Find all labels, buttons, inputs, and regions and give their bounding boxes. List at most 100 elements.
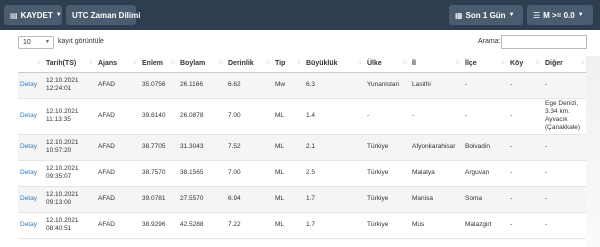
cell-mag: 6.3 <box>304 72 365 99</box>
cell-lat: 38.9296 <box>140 212 178 239</box>
list-icon: ☰ <box>533 10 541 20</box>
cell-country: Türkiye <box>365 212 410 239</box>
cell-country: Türkiye <box>365 134 410 161</box>
table-row: Detay 12.10.2021 12:24:01 AFAD 35.0756 26.116… <box>18 72 600 99</box>
column-header[interactable]: Büyüklük ↑↓ <box>304 56 365 73</box>
cell-datetime: 12.10.2021 12:24:01 <box>44 72 96 99</box>
sort-icon: ↑↓ <box>170 60 175 66</box>
detail-link[interactable]: Detay <box>18 212 44 239</box>
cell-agency: AFAD <box>96 98 140 135</box>
cell-other: Ege Denizi, 3.34 km. Ayvacık (Çanakkale) <box>543 98 588 135</box>
cell-mag: 2.5 <box>304 160 365 187</box>
cell-datetime: 12.10.2021 09:35:07 <box>44 160 96 187</box>
detail-link[interactable]: Detay <box>18 72 44 99</box>
page-length-label: kayıt görüntüle <box>58 38 104 45</box>
cell-country: - <box>365 98 410 135</box>
calendar-icon: ▦ <box>455 10 463 20</box>
cell-mag: 2.1 <box>304 134 365 161</box>
detail-link[interactable]: Detay <box>18 98 44 135</box>
sort-icon: ↑↓ <box>580 60 585 66</box>
sort-icon: ↑↓ <box>357 60 362 66</box>
cell-type: Mw <box>273 72 304 99</box>
sort-icon: ↑↓ <box>132 60 137 66</box>
cell-datetime: 12.10.2021 11:13:35 <box>44 98 96 135</box>
search-label: Arama: <box>478 38 501 45</box>
table-row: Detay 12.10.2021 08:40:51 AFAD 38.9296 42.528… <box>18 212 600 239</box>
cell-depth: 6.62 <box>226 72 273 99</box>
cell-type: ML <box>273 186 304 213</box>
detail-link[interactable]: Detay <box>18 160 44 187</box>
cell-country: Türkiye <box>365 160 410 187</box>
cell-agency: AFAD <box>96 160 140 187</box>
cell-lat: 38.7570 <box>140 160 178 187</box>
detail-link[interactable]: Detay <box>18 134 44 161</box>
time-range-dropdown[interactable]: ▦ Son 1 Gün ▼ <box>449 5 523 25</box>
column-header[interactable]: ↑↓ <box>18 56 44 73</box>
search-input[interactable] <box>501 35 587 49</box>
cell-district: - <box>463 72 508 99</box>
table-row: Detay 12.10.2021 09:35:07 AFAD 38.7570 38.156… <box>18 160 600 187</box>
cell-lon: 38.1565 <box>178 160 226 187</box>
cell-province: Manisa <box>410 186 463 213</box>
caret-down-icon: ▼ <box>577 12 584 18</box>
utc-button-label: UTC Zaman Dilimi <box>72 10 141 20</box>
column-header[interactable]: İlçe ↑↓ <box>463 56 508 73</box>
save-dropdown-button[interactable]: ▤ KAYDET ▼ <box>4 5 62 25</box>
column-header[interactable]: İl ↑↓ <box>410 56 463 73</box>
cell-datetime: 12.10.2021 08:40:51 <box>44 212 96 239</box>
cell-type: ML <box>273 212 304 239</box>
cell-lon: 26.0878 <box>178 98 226 135</box>
column-header[interactable]: Diğer ↑↓ <box>543 56 588 73</box>
cell-village: - <box>508 212 543 239</box>
magnitude-filter-label: M >= 0.0 <box>543 10 575 20</box>
cell-lat: 35.0756 <box>140 72 178 99</box>
cell-country: Türkiye <box>365 186 410 213</box>
detail-link[interactable]: Detay <box>18 186 44 213</box>
sort-icon: ↑↓ <box>218 60 223 66</box>
cell-lat: 39.0781 <box>140 186 178 213</box>
column-header[interactable]: Ajans ↑↓ <box>96 56 140 73</box>
cell-depth: 6.94 <box>226 186 273 213</box>
cell-district: Arguvan <box>463 160 508 187</box>
column-header[interactable]: Boylam ↑↓ <box>178 56 226 73</box>
magnitude-filter-dropdown[interactable]: ☰ M >= 0.0 ▼ <box>527 5 593 25</box>
cell-agency: AFAD <box>96 186 140 213</box>
column-header[interactable]: Köy ↑↓ <box>508 56 543 73</box>
floppy-icon: ▤ <box>10 10 18 20</box>
column-header[interactable]: Derinlik ↑↓ <box>226 56 273 73</box>
cell-district: - <box>463 98 508 135</box>
cell-district: Malazgirt <box>463 212 508 239</box>
cell-village: - <box>508 72 543 99</box>
cell-agency: AFAD <box>96 134 140 161</box>
sort-icon: ↑↓ <box>265 60 270 66</box>
cell-village: - <box>508 160 543 187</box>
column-header[interactable]: Ülke ↑↓ <box>365 56 410 73</box>
cell-district: Soma <box>463 186 508 213</box>
table-row: Detay 12.10.2021 10:57:20 AFAD 38.7705 31.304… <box>18 134 600 161</box>
sort-icon: ↑↓ <box>500 60 505 66</box>
cell-village: - <box>508 134 543 161</box>
cell-type: ML <box>273 98 304 135</box>
cell-village: - <box>508 186 543 213</box>
save-button-label: KAYDET <box>20 10 53 20</box>
sort-icon: ↑↓ <box>88 60 93 66</box>
cell-lat: 38.7705 <box>140 134 178 161</box>
column-header[interactable]: Enlem ↑↓ <box>140 56 178 73</box>
cell-province: Mus <box>410 212 463 239</box>
cell-other: - <box>543 212 588 239</box>
column-header[interactable]: Tip ↑↓ <box>273 56 304 73</box>
page-length-select[interactable]: 10 ▼ <box>18 36 54 49</box>
cell-province: Lasithi <box>410 72 463 99</box>
cell-mag: 1.7 <box>304 186 365 213</box>
cell-province: Malatya <box>410 160 463 187</box>
caret-down-icon: ▼ <box>55 12 62 18</box>
cell-other: - <box>543 72 588 99</box>
cell-datetime: 12.10.2021 10:57:20 <box>44 134 96 161</box>
utc-timezone-button[interactable]: UTC Zaman Dilimi <box>66 5 140 25</box>
column-header[interactable]: Tarih(TS) ↑↓ <box>44 56 96 73</box>
caret-down-icon: ▼ <box>508 12 515 18</box>
cell-lon: 26.1166 <box>178 72 226 99</box>
cell-village: - <box>508 98 543 135</box>
cell-district: Bolvadin <box>463 134 508 161</box>
table-row: Detay 12.10.2021 11:13:35 AFAD 39.6140 26.087… <box>18 98 600 135</box>
